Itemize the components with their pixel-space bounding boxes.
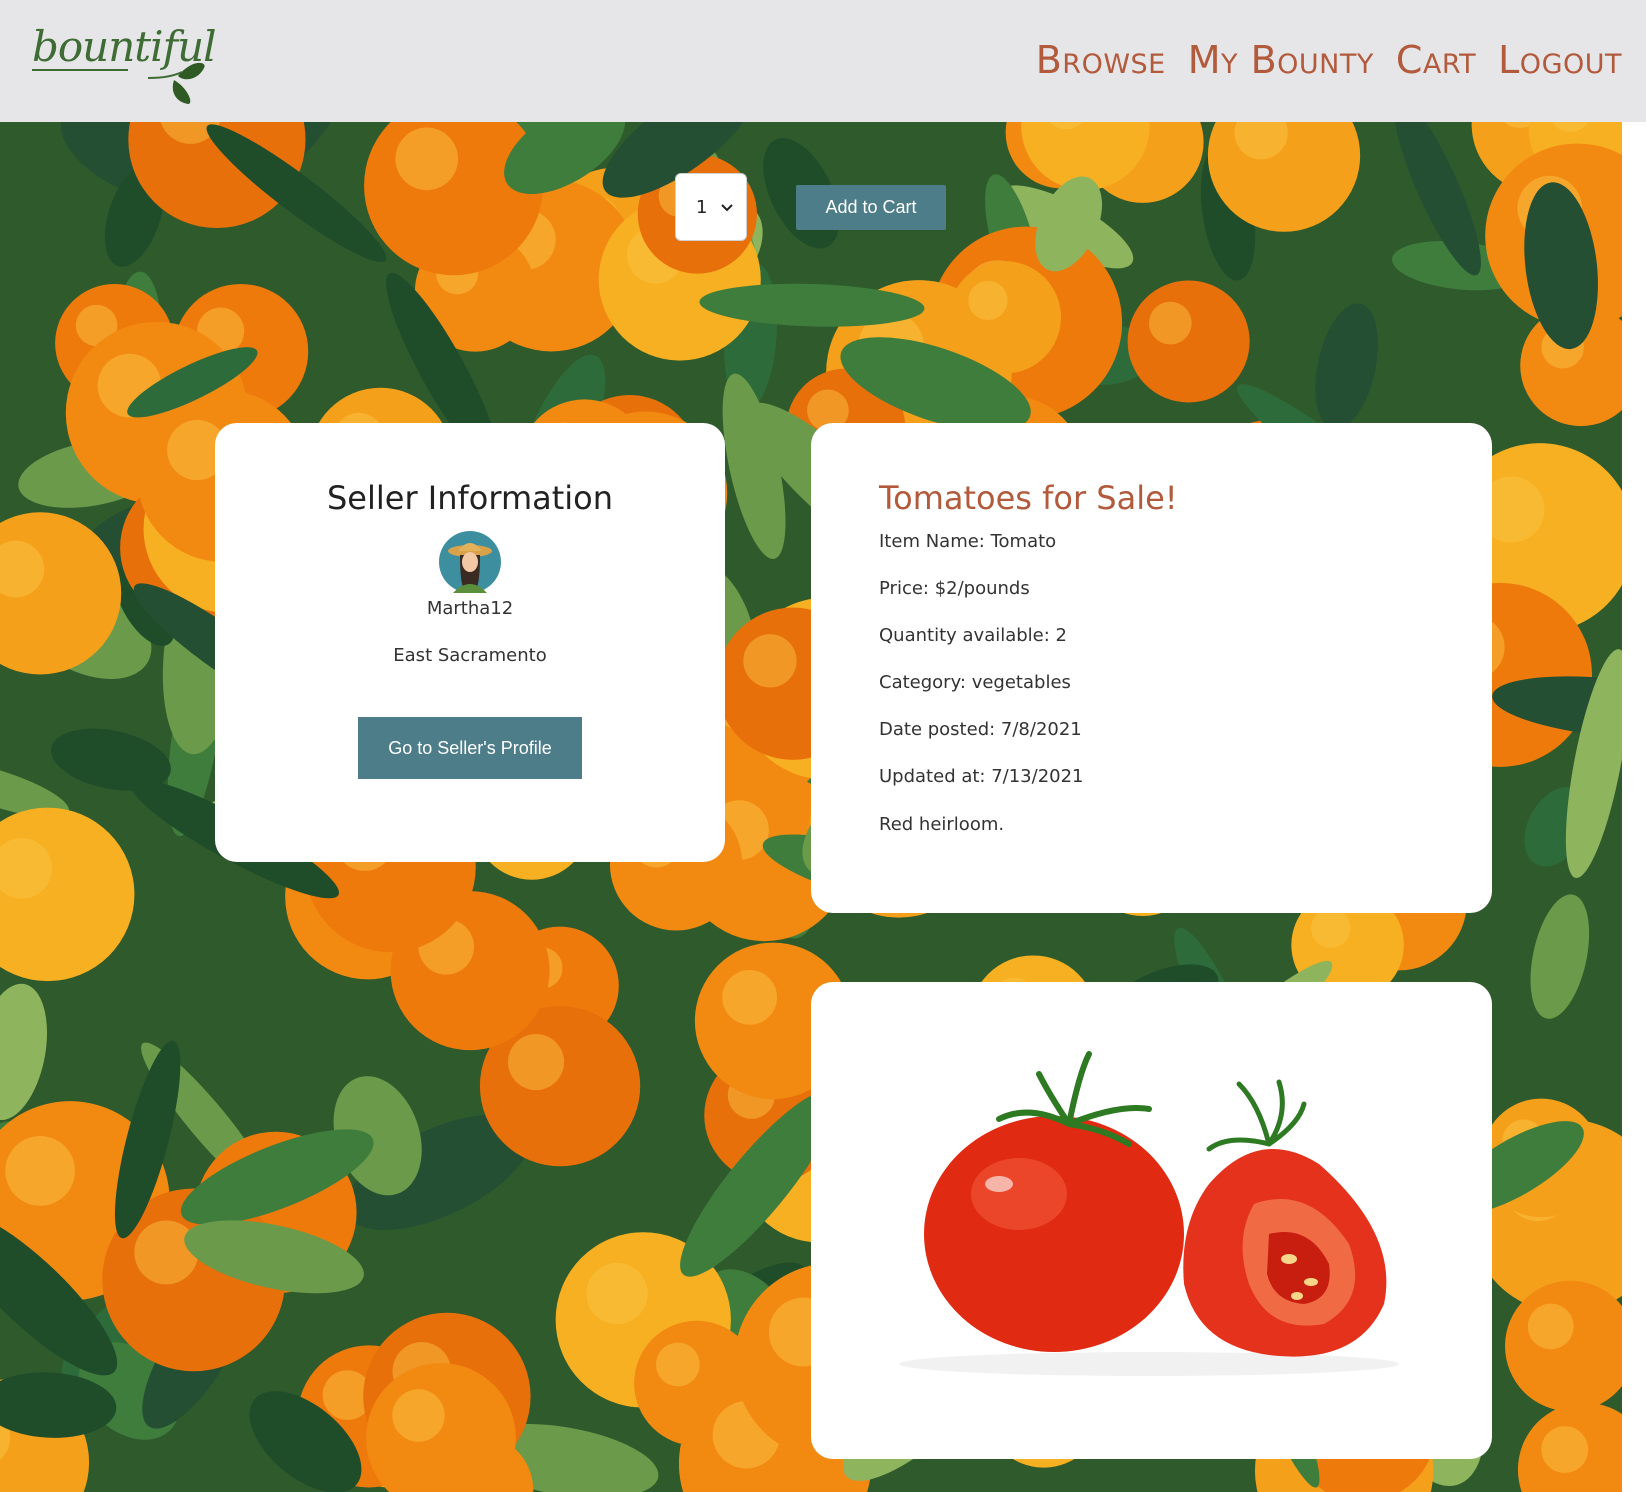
item-image-card [811,982,1492,1459]
item-updated-at: Updated at: 7/13/2021 [879,766,1084,787]
orange-highlight [722,969,778,1025]
item-name: Item Name: Tomato [879,531,1057,552]
orange-highlight [507,1034,565,1091]
item-date-posted: Date posted: 7/8/2021 [879,719,1082,740]
nav-my-bounty[interactable]: My Bounty [1188,38,1374,82]
seller-avatar[interactable] [439,531,501,593]
item-quantity: Quantity available: 2 [879,625,1067,646]
seller-profile-button[interactable]: Go to Seller's Profile [358,717,582,779]
orange-highlight [1541,1426,1589,1473]
nav-logout[interactable]: Logout [1498,38,1622,82]
orange-highlight [395,127,459,191]
nav-browse[interactable]: Browse [1036,38,1166,82]
orange-shape [1127,280,1250,403]
bountiful-logo[interactable]: bountiful [28,18,217,108]
orange-highlight [655,1342,700,1387]
nav-cart[interactable]: Cart [1396,38,1476,82]
top-header: bountiful Browse My Bounty Cart Logout [0,0,1646,122]
quantity-value: 1 [696,196,708,218]
seller-info-card: Seller Information Martha12 East Sacrame… [215,423,725,862]
tomato-photo [879,1034,1424,1386]
orange-highlight [1311,908,1351,948]
seller-username: Martha12 [426,598,514,619]
quantity-select[interactable]: 1 [675,173,747,241]
item-title: Tomatoes for Sale! [879,479,1178,517]
orange-highlight [586,1262,648,1325]
orange-highlight [5,1136,76,1206]
logo-text: bountiful [32,22,217,71]
add-to-cart-button[interactable]: Add to Cart [796,185,946,230]
item-price: Price: $2/pounds [879,578,1030,599]
seller-info-heading: Seller Information [326,479,614,517]
seller-location: East Sacramento [393,645,547,666]
orange-highlight [743,634,797,688]
item-description: Red heirloom. [879,814,1005,835]
orange-highlight [134,1220,199,1285]
orange-highlight [1527,1303,1574,1350]
leaf-shape [1530,894,1590,1019]
orange-highlight [968,280,1008,321]
scrollbar-gutter [1622,122,1646,1492]
orange-highlight [1148,301,1192,345]
leaf-shape [1315,303,1378,430]
main-nav: Browse My Bounty Cart Logout [1036,38,1622,82]
item-category: Category: vegetables [879,672,1071,693]
orange-shape [948,261,1062,374]
chevron-down-icon [721,204,733,212]
orange-highlight [392,1389,445,1442]
item-info-card: Tomatoes for Sale! Item Name: Tomato Pri… [811,423,1492,913]
